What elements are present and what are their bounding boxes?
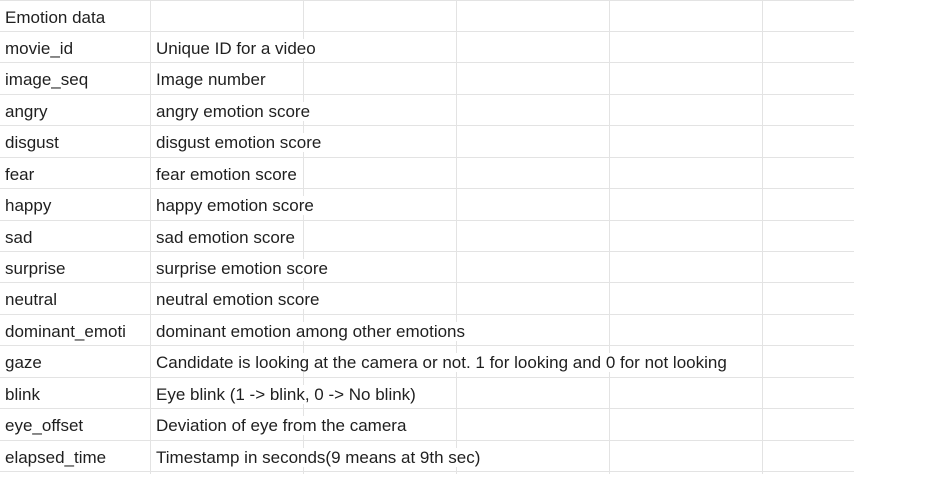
cell-field-description[interactable]: Unique ID for a video [151,33,854,64]
cell-field-description[interactable]: angry emotion score [151,96,854,127]
cell-field-name[interactable]: blink [0,379,150,410]
cell-field-name[interactable]: happy [0,190,150,221]
cell-text: Timestamp in seconds(9 means at 9th sec) [156,448,483,467]
table-row: angry angry emotion score [0,96,854,127]
cell-field-name[interactable]: image_seq [0,64,150,95]
cell-field-name[interactable]: surprise [0,253,150,284]
cell-field-name[interactable]: Emotion data [0,2,150,33]
cell-field-name[interactable]: eye_offset [0,410,150,441]
cell-field-description[interactable]: Candidate is looking at the camera or no… [151,347,854,378]
cell-field-name[interactable]: dominant_emoti [0,316,150,347]
cell-field-description[interactable]: fear emotion score [151,159,854,190]
table-row: disgust disgust emotion score [0,127,854,158]
cell-field-description[interactable]: sad emotion score [151,222,854,253]
cell-text: happy emotion score [156,196,316,215]
table-row: image_seq Image number [0,64,854,95]
cell-field-name[interactable]: angry [0,96,150,127]
table-row-header: Emotion data [0,2,854,33]
table-row: movie_id Unique ID for a video [0,33,854,64]
cell-field-name[interactable]: movie_id [0,33,150,64]
table-row: fear fear emotion score [0,159,854,190]
cell-text: fear emotion score [156,165,299,184]
cell-text: Unique ID for a video [156,39,318,58]
cell-text: disgust emotion score [156,133,324,152]
cell-field-description[interactable]: surprise emotion score [151,253,854,284]
row-divider [0,0,854,1]
cell-field-name[interactable]: neutral [0,284,150,315]
cell-text: neutral emotion score [156,290,322,309]
cell-field-description[interactable]: Eye blink (1 -> blink, 0 -> No blink) [151,379,854,410]
cell-text: dominant emotion among other emotions [156,322,468,341]
cell-field-description[interactable]: dominant emotion among other emotions [151,316,854,347]
table-row: neutral neutral emotion score [0,284,854,315]
cell-field-description[interactable]: disgust emotion score [151,127,854,158]
cell-text: Image number [156,70,268,89]
cell-text: sad emotion score [156,228,297,247]
table-row: gaze Candidate is looking at the camera … [0,347,854,378]
table-row: happy happy emotion score [0,190,854,221]
spreadsheet-grid: Emotion data movie_id Unique ID for a vi… [0,0,943,495]
cell-text: Deviation of eye from the camera [156,416,409,435]
cell-field-description[interactable]: Timestamp in seconds(9 means at 9th sec) [151,442,854,473]
table-row: eye_offset Deviation of eye from the cam… [0,410,854,441]
cell-field-name[interactable]: sad [0,222,150,253]
table-row: dominant_emoti dominant emotion among ot… [0,316,854,347]
cell-field-name[interactable]: gaze [0,347,150,378]
cell-field-name[interactable]: fear [0,159,150,190]
table-row: sad sad emotion score [0,222,854,253]
table-row: blink Eye blink (1 -> blink, 0 -> No bli… [0,379,854,410]
cell-field-description[interactable]: Image number [151,64,854,95]
table-row: elapsed_time Timestamp in seconds(9 mean… [0,442,854,473]
cell-field-name[interactable]: disgust [0,127,150,158]
cell-field-description[interactable]: happy emotion score [151,190,854,221]
cell-text: Candidate is looking at the camera or no… [156,353,729,372]
cell-text: Eye blink (1 -> blink, 0 -> No blink) [156,385,418,404]
cell-text: surprise emotion score [156,259,330,278]
cell-field-description[interactable]: Deviation of eye from the camera [151,410,854,441]
cell-text: angry emotion score [156,102,313,121]
cell-field-name[interactable]: elapsed_time [0,442,150,473]
cell-field-description[interactable]: neutral emotion score [151,284,854,315]
table-row: surprise surprise emotion score [0,253,854,284]
